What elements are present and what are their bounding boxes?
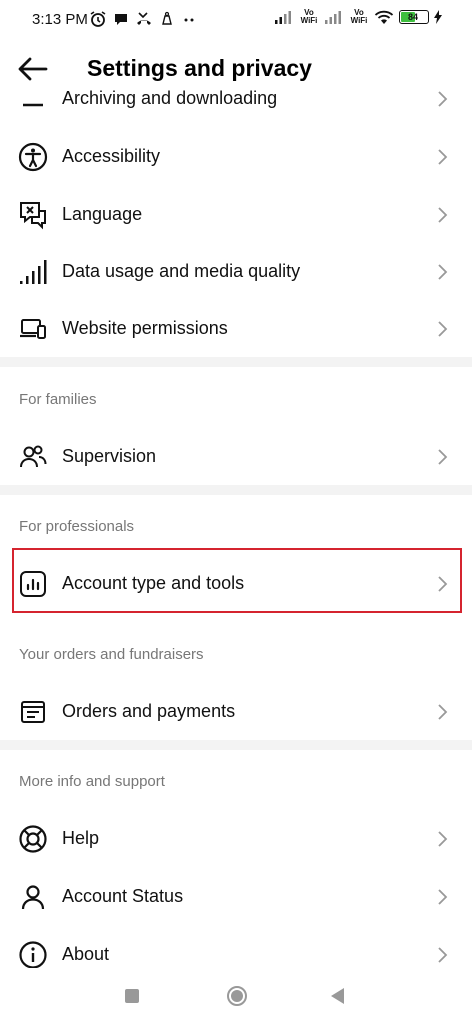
- section-title-professionals: For professionals: [19, 518, 135, 535]
- section-divider: [0, 357, 472, 367]
- settings-row-orders[interactable]: Orders and payments: [0, 683, 472, 740]
- chevron-right-icon: [438, 320, 448, 337]
- signal-icon: [275, 11, 291, 24]
- settings-row-label: About: [62, 944, 110, 964]
- settings-row-data-usage[interactable]: Data usage and media quality: [0, 243, 472, 300]
- settings-row-label: Archiving and downloading: [62, 88, 278, 108]
- section-title-families: For families: [19, 391, 97, 408]
- vowifi-label-1: Vo WiFi: [300, 8, 318, 25]
- section-divider: [0, 740, 472, 750]
- archive-icon: [18, 84, 48, 114]
- status-left-icons: [89, 10, 197, 28]
- chevron-right-icon: [438, 263, 448, 280]
- settings-row-label: Data usage and media quality: [62, 261, 301, 281]
- settings-row-label: Orders and payments: [62, 701, 236, 721]
- settings-row-accessibility[interactable]: Accessibility: [0, 128, 472, 185]
- signal-icon-2: [325, 11, 341, 24]
- status-time: 3:13 PM: [32, 11, 88, 28]
- settings-row-language[interactable]: Language: [0, 186, 472, 243]
- home-button[interactable]: [226, 985, 248, 1007]
- wifi-icon: [374, 10, 394, 24]
- settings-row-label: Supervision: [62, 446, 157, 466]
- receipt-icon: [18, 697, 48, 727]
- vowifi-label-2: Vo WiFi: [350, 8, 368, 25]
- settings-row-website-permissions[interactable]: Website permissions: [0, 300, 472, 357]
- status-bar: 3:13 PM Vo WiFi Vo WiFi 84: [0, 0, 472, 40]
- section-title-orders: Your orders and fundraisers: [19, 646, 204, 663]
- chevron-right-icon: [438, 888, 448, 905]
- chevron-right-icon: [438, 830, 448, 847]
- chat-bubble-icon: [115, 14, 127, 25]
- settings-row-label: Website permissions: [62, 318, 228, 338]
- status-right-icons: Vo WiFi Vo WiFi 84: [274, 9, 442, 25]
- lifebuoy-icon: [18, 824, 48, 854]
- devices-icon: [18, 314, 48, 344]
- battery-level: 84: [408, 12, 419, 22]
- battery-icon: 84: [399, 10, 429, 24]
- accessibility-icon: [18, 142, 48, 172]
- language-icon: [18, 200, 48, 230]
- chevron-right-icon: [438, 206, 448, 223]
- chevron-right-icon: [438, 148, 448, 165]
- settings-row-archiving[interactable]: Archiving and downloading: [0, 70, 472, 127]
- settings-row-help[interactable]: Help: [0, 810, 472, 867]
- highlight-box: [12, 548, 462, 613]
- settings-row-label: Language: [62, 204, 143, 224]
- chevron-right-icon: [438, 90, 448, 107]
- people-icon: [18, 442, 48, 472]
- chevron-right-icon: [438, 703, 448, 720]
- section-title-more-info: More info and support: [19, 773, 165, 790]
- chevron-right-icon: [438, 946, 448, 963]
- robot-icon: [162, 11, 172, 25]
- settings-row-supervision[interactable]: Supervision: [0, 428, 472, 485]
- settings-row-label: Help: [62, 828, 100, 848]
- charging-icon: [434, 10, 442, 24]
- back-triangle-icon[interactable]: [329, 987, 345, 1005]
- settings-row-label: Account Status: [62, 886, 184, 906]
- settings-row-label: Accessibility: [62, 146, 161, 166]
- recents-button[interactable]: [125, 989, 139, 1003]
- person-icon: [18, 882, 48, 912]
- signal-bars-icon: [18, 257, 48, 287]
- settings-row-account-status[interactable]: Account Status: [0, 868, 472, 925]
- more-dots-icon: [184, 18, 194, 22]
- section-divider: [0, 485, 472, 495]
- missed-call-icon: [137, 12, 151, 25]
- info-icon: [18, 940, 48, 970]
- chevron-right-icon: [438, 448, 448, 465]
- alarm-icon: [90, 11, 106, 27]
- system-nav-bar: [0, 968, 472, 1024]
